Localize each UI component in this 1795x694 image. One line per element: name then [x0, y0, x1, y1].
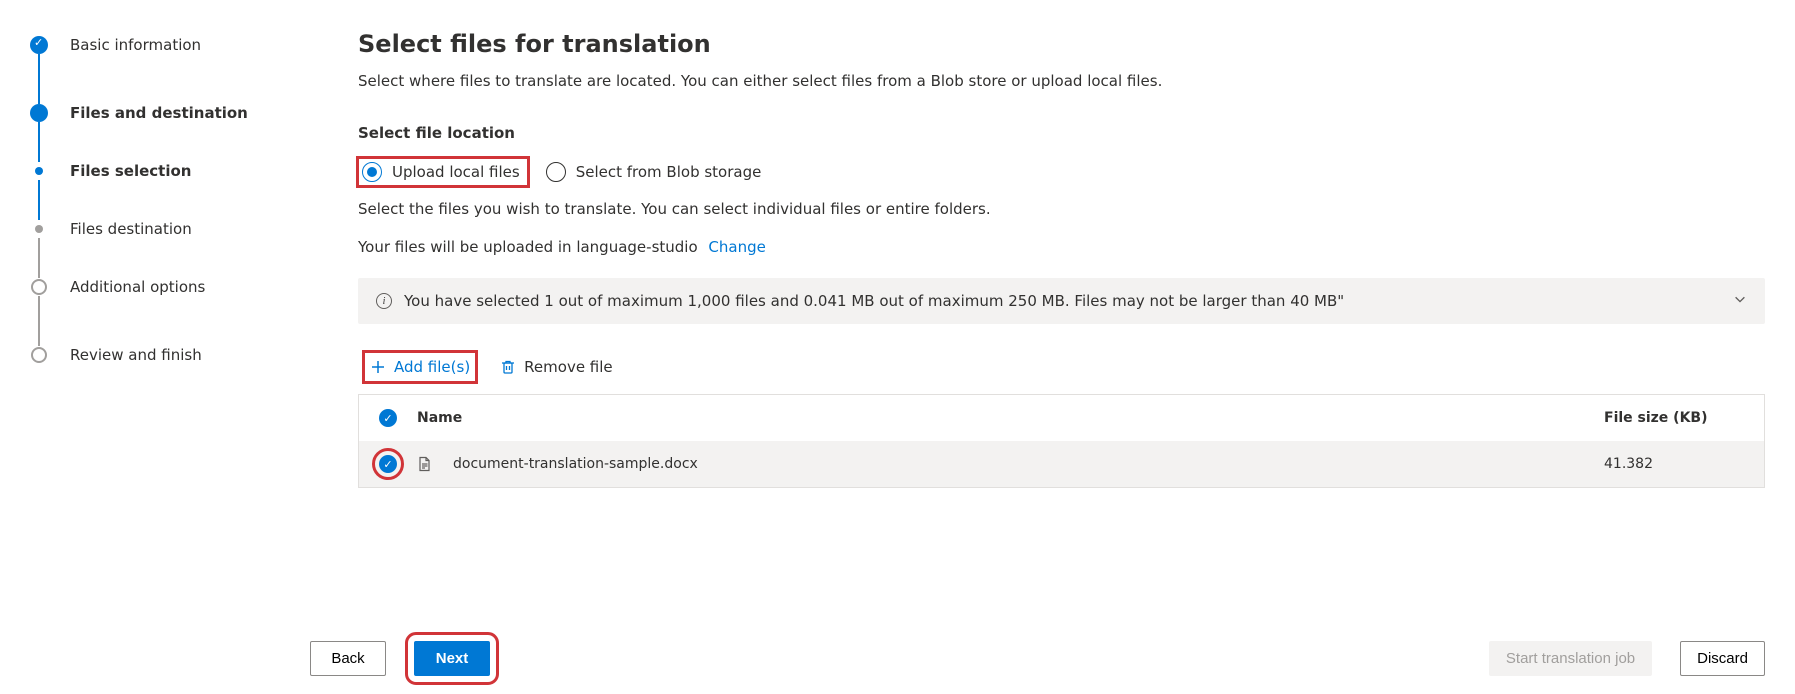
stepper-connector: [38, 54, 40, 104]
radio-icon: [546, 162, 566, 182]
page-title: Select files for translation: [358, 30, 1765, 58]
file-location-radio-group: Upload local files Select from Blob stor…: [358, 156, 1765, 188]
file-location-label: Select file location: [358, 124, 1765, 142]
step-label: Files and destination: [70, 104, 248, 122]
step-label: Files selection: [70, 162, 191, 180]
select-files-hint: Select the files you wish to translate. …: [358, 200, 1765, 218]
start-translation-button: Start translation job: [1489, 641, 1652, 676]
add-files-button[interactable]: Add file(s): [364, 352, 476, 382]
page-description: Select where files to translate are loca…: [358, 72, 1765, 90]
upload-destination-text: Your files will be uploaded in language-…: [358, 238, 1765, 256]
dot-icon: [30, 104, 48, 122]
radio-label: Upload local files: [392, 163, 520, 181]
chevron-down-icon[interactable]: [1733, 292, 1747, 310]
table-row[interactable]: ✓ document-translation-sample.docx 41.38…: [359, 441, 1764, 487]
column-size[interactable]: File size (KB): [1604, 410, 1744, 426]
remove-file-label: Remove file: [524, 358, 612, 376]
radio-icon: [362, 162, 382, 182]
step-files-selection[interactable]: Files selection: [30, 162, 310, 180]
dot-icon: [35, 225, 43, 233]
step-review-and-finish[interactable]: Review and finish: [30, 346, 310, 364]
wizard-stepper: Basic information Files and destination …: [0, 0, 310, 694]
back-button[interactable]: Back: [310, 641, 386, 676]
radio-label: Select from Blob storage: [576, 163, 762, 181]
column-name[interactable]: Name: [417, 410, 1584, 426]
step-label: Files destination: [70, 220, 192, 238]
step-files-destination[interactable]: Files destination: [30, 220, 310, 238]
change-link[interactable]: Change: [708, 238, 765, 256]
dot-icon: [35, 167, 43, 175]
remove-file-button[interactable]: Remove file: [494, 352, 618, 382]
step-basic-information[interactable]: Basic information: [30, 36, 310, 54]
files-table: ✓ Name File size (KB) ✓ document-transla…: [358, 394, 1765, 488]
upload-destination-prefix: Your files will be uploaded in language-…: [358, 238, 698, 256]
file-toolbar: Add file(s) Remove file: [358, 352, 1765, 382]
step-additional-options[interactable]: Additional options: [30, 278, 310, 296]
file-name-cell: document-translation-sample.docx: [417, 456, 1584, 472]
file-size: 41.382: [1604, 456, 1744, 472]
wizard-footer: Back Next Start translation job Discard: [310, 625, 1765, 694]
info-icon: i: [376, 293, 392, 309]
select-all-checkbox[interactable]: ✓: [379, 409, 397, 427]
info-text: You have selected 1 out of maximum 1,000…: [404, 292, 1344, 310]
stepper-connector: [38, 238, 40, 278]
stepper-connector: [38, 122, 40, 162]
row-checkbox[interactable]: ✓: [379, 455, 397, 473]
add-files-label: Add file(s): [394, 358, 470, 376]
file-name: document-translation-sample.docx: [453, 456, 698, 472]
circle-icon: [31, 347, 47, 363]
discard-button[interactable]: Discard: [1680, 641, 1765, 676]
stepper-connector: [38, 296, 40, 346]
table-header-row: ✓ Name File size (KB): [359, 395, 1764, 441]
selection-info-bar[interactable]: i You have selected 1 out of maximum 1,0…: [358, 278, 1765, 324]
step-label: Review and finish: [70, 346, 202, 364]
main-panel: Select files for translation Select wher…: [310, 0, 1795, 694]
circle-icon: [31, 279, 47, 295]
stepper-connector: [38, 180, 40, 220]
check-icon: [30, 36, 48, 54]
radio-upload-local[interactable]: Upload local files: [358, 158, 528, 186]
document-icon: [417, 456, 433, 472]
step-label: Basic information: [70, 36, 201, 54]
step-files-and-destination[interactable]: Files and destination: [30, 104, 310, 122]
next-button[interactable]: Next: [414, 641, 490, 676]
step-label: Additional options: [70, 278, 205, 296]
radio-blob-storage[interactable]: Select from Blob storage: [540, 156, 770, 188]
